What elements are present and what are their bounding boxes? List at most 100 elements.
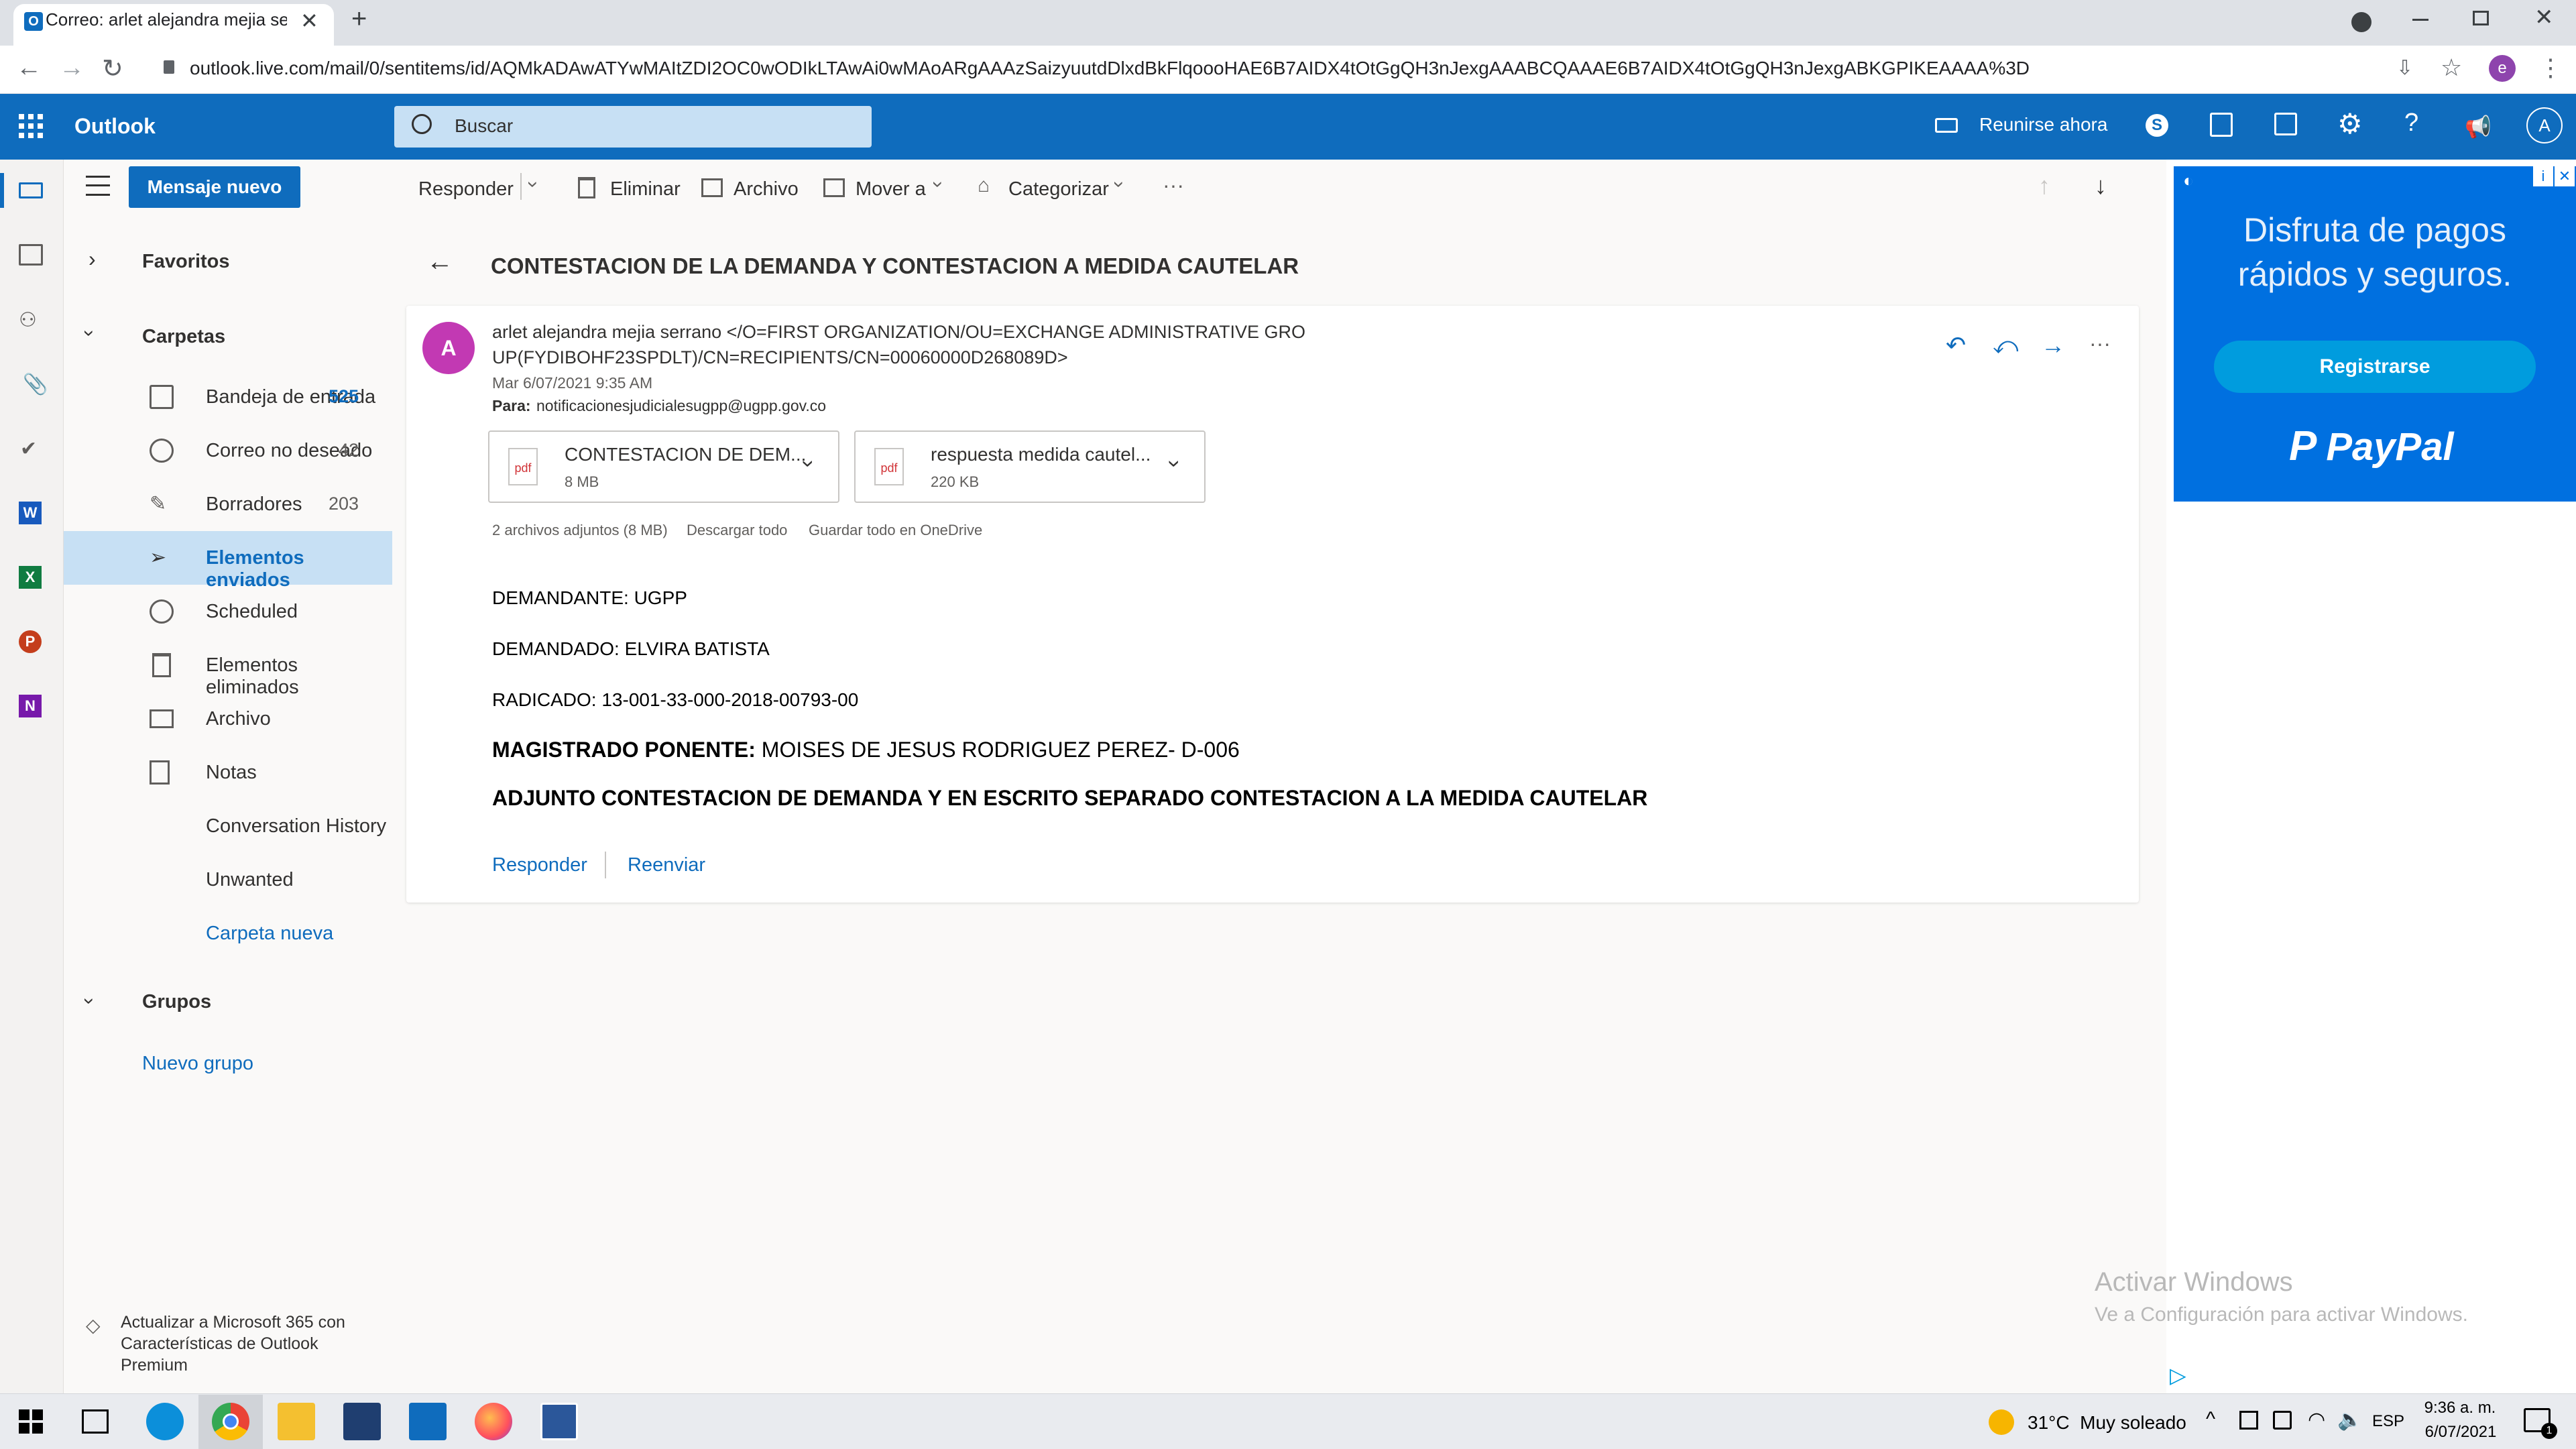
edge-icon[interactable] [146, 1403, 184, 1440]
volume-muted-icon[interactable]: 🔈 [2337, 1408, 2362, 1432]
attachment-menu-chevron-icon[interactable]: › [795, 460, 821, 467]
app-launcher-icon[interactable] [19, 114, 43, 138]
to-recipient[interactable]: notificacionesjudicialesugpp@ugpp.gov.co [536, 397, 826, 415]
file-explorer-icon[interactable] [278, 1403, 315, 1440]
folder-deleted[interactable]: Elementos eliminados 1 [64, 638, 416, 698]
previous-message-icon[interactable]: ↑ [2038, 172, 2050, 200]
new-group-link[interactable]: Nuevo grupo [142, 1053, 253, 1075]
forward-icon[interactable]: → [2041, 331, 2065, 359]
tab-close-icon[interactable]: ✕ [300, 8, 318, 34]
favorites-header[interactable]: Favoritos [142, 251, 230, 273]
todo-check-icon[interactable]: ✔ [20, 437, 37, 461]
clock-date[interactable]: 6/07/2021 [2420, 1423, 2501, 1442]
lock-icon[interactable] [164, 60, 174, 74]
chevron-down-icon[interactable]: › [1108, 181, 1130, 188]
categorize-button[interactable]: Categorizar [1008, 178, 1109, 200]
powerpoint-icon[interactable]: P [19, 630, 42, 653]
reply-icon[interactable]: ↶ [1946, 331, 1966, 359]
move-to-button[interactable]: Mover a [856, 178, 926, 200]
more-actions-icon[interactable]: ··· [1163, 173, 1184, 198]
restore-icon[interactable] [2473, 11, 2489, 25]
folder-archive[interactable]: Archivo [64, 692, 392, 746]
folder-conversation-history[interactable]: Conversation History [64, 799, 392, 853]
folder-notes[interactable]: Notas [64, 746, 392, 799]
browser-menu-icon[interactable]: ⋮ [2538, 54, 2563, 82]
forward-icon[interactable]: → [59, 54, 84, 82]
mail-icon[interactable] [19, 182, 43, 198]
ad-play-icon[interactable]: ▷ [2170, 1363, 2186, 1388]
attachment-menu-chevron-icon[interactable]: › [1161, 460, 1187, 467]
settings-gear-icon[interactable]: ⚙ [2337, 107, 2363, 140]
reply-link[interactable]: Responder [492, 854, 587, 876]
wifi-icon[interactable]: ◠ [2308, 1408, 2325, 1432]
meet-now-icon[interactable] [1935, 118, 1958, 133]
outlook-brand[interactable]: Outlook [74, 114, 156, 139]
help-icon[interactable]: ? [2404, 109, 2418, 137]
profile-avatar[interactable]: e [2489, 55, 2516, 82]
reply-all-icon[interactable]: ⤺ [1993, 331, 2018, 360]
ad-choices-icon[interactable]: ◐ [2183, 170, 2194, 191]
attachment-card[interactable]: pdf respuesta medida cautel... 220 KB › [854, 430, 1206, 503]
folder-drafts[interactable]: ✎ Borradores 203 [64, 477, 392, 531]
folder-junk[interactable]: Correo no deseado 42 [64, 424, 392, 477]
clock-time[interactable]: 9:36 a. m. [2423, 1399, 2497, 1417]
folder-sent[interactable]: ➢ Elementos enviados [64, 531, 392, 591]
sender-avatar[interactable]: A [422, 322, 475, 374]
reply-dropdown-icon[interactable]: › [522, 181, 544, 188]
reply-button[interactable]: Responder [418, 178, 514, 200]
skype-icon[interactable]: S [2146, 114, 2168, 137]
message-more-icon[interactable]: ··· [2089, 331, 2111, 356]
word-icon[interactable]: W [19, 502, 42, 524]
task-view-icon[interactable] [82, 1409, 109, 1434]
hamburger-menu-icon[interactable] [86, 176, 110, 196]
back-arrow-icon[interactable]: ← [426, 247, 453, 277]
account-avatar[interactable]: A [2526, 107, 2563, 143]
new-message-button[interactable]: Mensaje nuevo [129, 166, 300, 208]
people-icon[interactable]: ⚇ [19, 308, 37, 332]
ad-register-button[interactable]: Registrarse [2214, 341, 2536, 393]
upgrade-link[interactable]: Actualizar a Microsoft 365 con Caracterí… [121, 1312, 349, 1376]
word-app-icon[interactable] [540, 1403, 578, 1440]
url-text[interactable]: outlook.live.com/mail/0/sentitems/id/AQM… [190, 58, 2030, 79]
tray-app-icon[interactable] [2239, 1411, 2258, 1430]
reload-icon[interactable]: ↻ [102, 54, 123, 84]
language-indicator[interactable]: ESP [2372, 1412, 2404, 1431]
sender-line-2[interactable]: UP(FYDIBOHF23SPDLT)/CN=RECIPIENTS/CN=000… [492, 347, 1068, 368]
sender-line-1[interactable]: arlet alejandra mejia serrano </O=FIRST … [492, 322, 1305, 343]
onenote-icon[interactable]: N [19, 695, 42, 717]
chevron-down-icon[interactable]: › [927, 181, 949, 188]
store-icon[interactable] [343, 1403, 381, 1440]
my-day-icon[interactable] [2274, 113, 2297, 135]
back-icon[interactable]: ← [16, 54, 42, 82]
tray-screen-icon[interactable] [2273, 1411, 2292, 1430]
ad-close-icon[interactable]: ✕ [2555, 166, 2575, 186]
mail-app-icon[interactable] [409, 1403, 447, 1440]
save-onedrive-link[interactable]: Guardar todo en OneDrive [809, 522, 982, 539]
ad-info-icon[interactable]: i [2533, 166, 2553, 186]
chrome-icon[interactable] [212, 1403, 249, 1440]
minimize-icon[interactable] [2412, 19, 2428, 21]
excel-icon[interactable]: X [19, 566, 42, 589]
folder-scheduled[interactable]: Scheduled [64, 585, 392, 638]
close-window-icon[interactable]: ✕ [2534, 4, 2554, 31]
chevron-down-icon[interactable]: › [78, 330, 101, 337]
chevron-down-icon[interactable]: › [78, 998, 101, 1004]
delete-button[interactable]: Eliminar [610, 178, 681, 200]
archive-button[interactable]: Archivo [734, 178, 799, 200]
tray-chevron-up-icon[interactable]: ^ [2206, 1408, 2215, 1431]
tab-search-icon[interactable] [2351, 12, 2372, 32]
new-folder-link[interactable]: Carpeta nueva [64, 907, 392, 960]
meet-now-label[interactable]: Reunirse ahora [1979, 114, 2107, 135]
next-message-icon[interactable]: ↓ [2095, 172, 2107, 200]
attachment-card[interactable]: pdf CONTESTACION DE DEM... 8 MB › [488, 430, 839, 503]
attachment-icon[interactable]: 📎 [23, 373, 48, 396]
new-tab-icon[interactable]: + [351, 4, 367, 34]
firefox-icon[interactable] [475, 1403, 512, 1440]
weather-text[interactable]: 31°C Muy soleado [2028, 1412, 2186, 1434]
folders-header[interactable]: Carpetas [142, 326, 225, 348]
folder-inbox[interactable]: Bandeja de entrada 525 [64, 370, 392, 424]
windows-start-icon[interactable] [19, 1409, 43, 1434]
groups-header[interactable]: Grupos [142, 991, 211, 1013]
folder-unwanted[interactable]: Unwanted [64, 853, 392, 907]
calendar-icon[interactable] [19, 244, 43, 266]
